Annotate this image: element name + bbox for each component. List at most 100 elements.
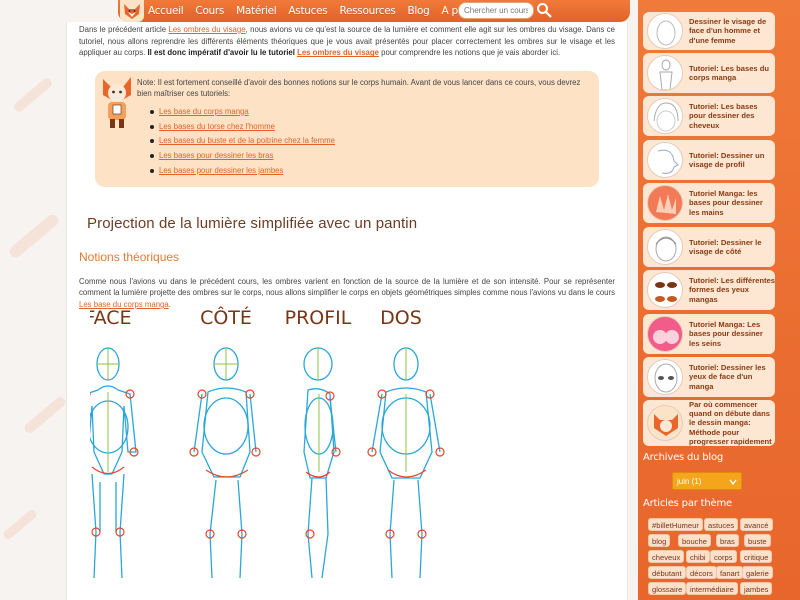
tag-chip[interactable]: #billetHumeur	[648, 518, 703, 531]
mannequin-front	[90, 347, 137, 579]
post-thumbnail	[647, 229, 683, 265]
tag-chip[interactable]: corps	[710, 550, 737, 563]
tag-chip[interactable]: jambes	[740, 582, 773, 595]
note-text: Note: Il est fortement conseillé d'avoir…	[137, 77, 581, 98]
tag-chip[interactable]: intermédiaire	[686, 582, 738, 595]
nav-ressources[interactable]: Ressources	[339, 5, 395, 17]
sidebar-post[interactable]: Tutoriel: Dessiner le visage de côté	[643, 227, 775, 267]
post-thumbnail	[647, 13, 683, 49]
tag-chip[interactable]: bouche	[678, 534, 711, 547]
tag-chip[interactable]: buste	[744, 534, 771, 547]
tag-chip[interactable]: cheveux	[648, 550, 685, 563]
side-face-sketch-icon	[655, 236, 677, 262]
sidebar-post[interactable]: Tutoriel: Dessiner un visage de profil	[643, 140, 775, 180]
sidebar-post-title: Tutoriel Manga: les bases pour dessiner …	[689, 189, 763, 217]
section-title: Projection de la lumière simplifiée avec…	[87, 214, 418, 232]
face-sketch-icon	[656, 20, 676, 46]
tag-chip[interactable]: bras	[716, 534, 739, 547]
sidebar-post-title: Tutoriel: Dessiner un visage de profil	[689, 150, 765, 169]
nav-blog[interactable]: Blog	[408, 5, 430, 17]
sidebar-post[interactable]: Tutoriel: Les bases du corps manga	[643, 53, 775, 93]
tag-chip[interactable]: débutant	[648, 566, 686, 579]
background-stroke	[12, 76, 54, 114]
tag-chip[interactable]: fanart	[716, 566, 744, 579]
post-thumbnail	[647, 272, 683, 308]
search-icon	[537, 3, 552, 18]
sidebar-post-title: Dessiner le visage de face d'un homme et…	[689, 17, 767, 45]
note-box: Note: Il est fortement conseillé d'avoir…	[95, 70, 599, 187]
tag-chip[interactable]: blog	[648, 534, 671, 547]
figure-label-face: FACE	[90, 307, 132, 329]
post-thumbnail	[647, 98, 683, 134]
tag-chip[interactable]: chibi	[686, 550, 710, 563]
list-item: Les bases du buste et de la poitrine che…	[150, 134, 591, 149]
sidebar-post[interactable]: Par où commencer quand on débute dans le…	[643, 400, 775, 446]
list-item: Les bases du torse chez l'homme	[150, 120, 591, 135]
chest-icon	[653, 330, 679, 344]
sidebar-post[interactable]: Tutoriel: Dessiner les yeux de face d'un…	[643, 357, 775, 397]
link-base-corps[interactable]: Les base du corps manga	[159, 107, 249, 116]
tag-chip[interactable]: avancé	[740, 518, 773, 531]
mannequin-profile	[303, 347, 337, 579]
figure-label-cote: CÔTÉ	[200, 305, 252, 329]
post-thumbnail	[647, 142, 683, 178]
sidebar-post-title: Tutoriel: Les bases du corps manga	[689, 63, 770, 82]
tags-title: Articles par thème	[643, 498, 732, 509]
figure-label-profil: PROFIL	[285, 307, 352, 329]
front-eyes-icon	[654, 363, 678, 393]
profile-sketch-icon	[657, 149, 679, 174]
fox-mascot-icon	[654, 414, 678, 436]
post-thumbnail	[647, 55, 683, 91]
post-thumbnail	[647, 405, 683, 441]
nav-astuces[interactable]: Astuces	[288, 5, 327, 17]
sidebar-post-title: Tutoriel: Dessiner le visage de côté	[689, 237, 762, 256]
background-stroke	[1, 508, 39, 541]
sidebar-post[interactable]: Tutoriel: Les différentes formes des yeu…	[643, 270, 775, 310]
site-logo[interactable]	[120, 0, 144, 22]
post-thumbnail	[647, 185, 683, 221]
subsection-title: Notions théoriques	[79, 249, 180, 264]
nav-materiel[interactable]: Matériel	[236, 5, 277, 17]
link-buste-femme[interactable]: Les bases du buste et de la poitrine che…	[159, 136, 335, 145]
para-text: Comme nous l'avions vu dans le précédent…	[79, 276, 615, 298]
tag-chip[interactable]: glossaire	[648, 582, 687, 595]
post-thumbnail	[647, 316, 683, 352]
hands-icon	[656, 194, 676, 214]
list-item: Les bases pour dessiner les bras	[150, 149, 591, 164]
archive-select[interactable]: juin (1)	[672, 472, 742, 490]
main-navigation: Accueil Cours Matériel Astuces Ressource…	[118, 0, 630, 22]
search-input[interactable]	[458, 2, 534, 19]
chevron-down-icon	[729, 479, 737, 486]
nav-cours[interactable]: Cours	[195, 5, 224, 17]
sidebar-post-title: Tutoriel Manga: Les bases pour dessiner …	[689, 320, 763, 348]
intro-text: Dans le précédent article	[79, 25, 169, 34]
list-item: Les bases pour dessiner les jambes	[150, 164, 591, 179]
intro-paragraph: Dans le précédent article Les ombres du …	[79, 24, 615, 59]
tag-chip[interactable]: astuces	[704, 518, 739, 531]
tag-chip[interactable]: galerie	[742, 566, 773, 579]
link-ombres-visage[interactable]: Les ombres du visage	[168, 25, 245, 34]
sidebar-post-title: Tutoriel: Dessiner les yeux de face d'un…	[689, 363, 766, 391]
sidebar-post[interactable]: Tutoriel Manga: Les bases pour dessiner …	[643, 314, 775, 354]
intro-text: pour comprendre les notions que je vais …	[378, 48, 561, 58]
search-button[interactable]	[536, 2, 552, 18]
link-bras[interactable]: Les bases pour dessiner les bras	[159, 151, 273, 160]
link-ombres-visage-2[interactable]: Les ombres du visage	[297, 48, 379, 57]
mascot-fox-icon	[103, 76, 131, 128]
link-torse-homme[interactable]: Les bases du torse chez l'homme	[159, 122, 275, 131]
tag-chip[interactable]: décors	[686, 566, 717, 579]
intro-bold: Il est donc impératif d'avoir lu le tuto…	[147, 48, 298, 58]
archives-title: Archives du blog	[643, 452, 724, 463]
sidebar-post[interactable]: Tutoriel Manga: les bases pour dessiner …	[643, 183, 775, 223]
mannequin-three-quarter	[193, 347, 257, 579]
nav-accueil[interactable]: Accueil	[148, 5, 184, 17]
list-item: Les base du corps manga	[150, 105, 591, 120]
tag-chip[interactable]: critique	[740, 550, 773, 563]
sidebar-post[interactable]: Dessiner le visage de face d'un homme et…	[643, 12, 775, 50]
body-sketch-icon	[659, 59, 673, 90]
sidebar-post-title: Tutoriel: Les bases pour dessiner des ch…	[689, 102, 758, 130]
archive-selected-value: juin (1)	[677, 476, 702, 486]
sidebar-post[interactable]: Tutoriel: Les bases pour dessiner des ch…	[643, 96, 775, 136]
sidebar-post-title: Par où commencer quand on débute dans le…	[689, 400, 772, 446]
link-jambes[interactable]: Les bases pour dessiner les jambes	[159, 166, 283, 175]
